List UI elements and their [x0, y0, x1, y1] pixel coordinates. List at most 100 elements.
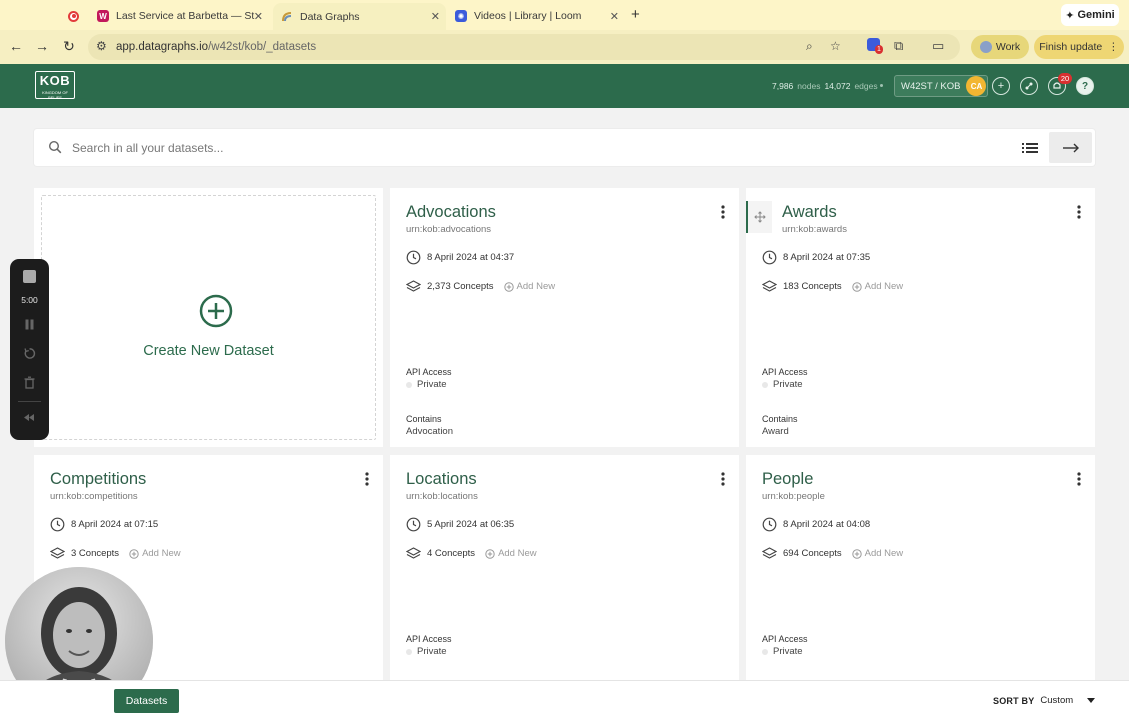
gemini-button[interactable]: ✦ Gemini: [1061, 4, 1119, 26]
add-new-concept-button[interactable]: Add New: [851, 548, 903, 559]
reload-icon[interactable]: ↻: [60, 38, 78, 55]
close-tab-icon[interactable]: ✕: [431, 10, 440, 23]
dataset-concepts-row: 183 Concepts Add New: [762, 279, 903, 294]
search-icon: [48, 140, 62, 154]
more-options-icon[interactable]: [721, 205, 725, 219]
more-options-icon[interactable]: [721, 472, 725, 486]
graph-stats: 7,986 nodes 14,072 edges: [772, 81, 878, 91]
recording-timer: 5:00: [21, 295, 38, 305]
dataset-updated-row: 8 April 2024 at 04:37: [406, 250, 514, 265]
dataset-urn: urn:kob:competitions: [50, 491, 138, 502]
api-access-value: Private: [762, 379, 803, 390]
search-submit-button[interactable]: [1049, 132, 1092, 163]
zoom-icon[interactable]: ⌕: [806, 39, 813, 54]
dataset-urn: urn:kob:people: [762, 491, 825, 502]
dataset-updated-row: 5 April 2024 at 06:35: [406, 517, 514, 532]
new-tab-button[interactable]: +: [631, 6, 640, 23]
bookmark-star-icon[interactable]: ☆: [830, 39, 841, 53]
sort-by-value: Custom: [1040, 695, 1074, 706]
privacy-dot-icon: [406, 381, 412, 388]
plus-circle-small-icon: [503, 281, 514, 292]
forward-arrow-icon[interactable]: →: [33, 38, 51, 54]
dataset-search-bar: [34, 129, 1095, 166]
trash-icon[interactable]: [23, 376, 36, 389]
dataset-card-locations[interactable]: Locations urn:kob:locations 5 April 2024…: [390, 455, 739, 680]
dataset-urn: urn:kob:locations: [406, 491, 478, 502]
search-input[interactable]: [72, 137, 972, 159]
layers-icon: [406, 280, 421, 292]
add-new-concept-button[interactable]: Add New: [129, 548, 181, 559]
sort-by-control[interactable]: SORT BY Custom: [993, 695, 1096, 706]
dataset-concepts-row: 3 Concepts Add New: [50, 546, 181, 561]
sparkle-icon: ✦: [1065, 9, 1075, 22]
api-access-value: Private: [762, 646, 803, 657]
datasets-nav-button[interactable]: Datasets: [114, 689, 179, 713]
notifications-badge: 20: [1058, 73, 1072, 84]
graph-explore-icon[interactable]: [1020, 77, 1038, 95]
browser-tab-loom[interactable]: ✺ Videos | Library | Loom ✕: [455, 5, 625, 27]
add-new-concept-button[interactable]: Add New: [851, 281, 903, 292]
privacy-dot-icon: [406, 648, 412, 655]
contains-value: Award: [762, 426, 789, 437]
dataset-card-people[interactable]: People urn:kob:people 8 April 2024 at 04…: [746, 455, 1095, 680]
extension-icon[interactable]: 1: [867, 38, 883, 54]
more-options-icon[interactable]: [365, 472, 369, 486]
stop-recording-button[interactable]: [23, 270, 36, 283]
browser-tab-recording[interactable]: [68, 5, 86, 27]
user-avatar[interactable]: CA: [966, 76, 987, 96]
address-bar[interactable]: ⚙ app.datagraphs.io/w42st/kob/_datasets …: [88, 34, 960, 60]
sort-by-label: SORT BY: [993, 695, 1035, 706]
api-access-value: Private: [406, 379, 447, 390]
work-profile-button[interactable]: Work: [971, 35, 1029, 59]
browser-toolbar: ← → ↻ ⚙ app.datagraphs.io/w42st/kob/_dat…: [0, 30, 1129, 64]
pause-icon[interactable]: [23, 318, 36, 331]
create-dataset-card[interactable]: Create New Dataset: [34, 188, 383, 447]
recorder-divider: [18, 401, 41, 402]
help-chat-icon[interactable]: ?: [1076, 77, 1094, 95]
dataset-title[interactable]: Advocations: [406, 203, 496, 222]
drag-handle[interactable]: [746, 201, 772, 233]
caret-down-icon: [1087, 698, 1096, 703]
dataset-title[interactable]: Awards: [782, 203, 837, 222]
dataset-card-advocations[interactable]: Advocations urn:kob:advocations 8 April …: [390, 188, 739, 447]
dataset-title[interactable]: People: [762, 470, 813, 489]
clock-icon: [50, 517, 65, 532]
restart-icon[interactable]: [23, 347, 36, 360]
list-view-icon[interactable]: [1019, 140, 1041, 156]
more-options-icon[interactable]: [1077, 205, 1081, 219]
add-circle-icon[interactable]: +: [992, 77, 1010, 95]
workspace-switcher[interactable]: W42ST / KOB CA: [894, 75, 989, 97]
workspace-name: W42ST / KOB: [901, 80, 961, 92]
cast-screen-icon[interactable]: ▭: [932, 38, 944, 54]
create-dataset-dropzone[interactable]: Create New Dataset: [41, 195, 376, 440]
close-tab-icon[interactable]: ✕: [254, 10, 263, 23]
collapse-icon[interactable]: [23, 411, 36, 424]
add-new-concept-button[interactable]: Add New: [485, 548, 537, 559]
dataset-card-awards[interactable]: Awards urn:kob:awards 8 April 2024 at 07…: [746, 188, 1095, 447]
close-tab-icon[interactable]: ✕: [610, 10, 619, 23]
more-options-icon[interactable]: [1077, 472, 1081, 486]
add-new-concept-button[interactable]: Add New: [503, 281, 555, 292]
plus-circle-small-icon: [851, 281, 862, 292]
site-settings-icon[interactable]: ⚙: [96, 39, 107, 53]
contains-value: Advocation: [406, 426, 454, 437]
contains-label: Contains: [406, 414, 442, 424]
finish-update-button[interactable]: Finish update ⋮: [1034, 35, 1124, 59]
dataset-urn: urn:kob:awards: [782, 224, 847, 235]
profile-avatar-icon: [979, 41, 992, 53]
dataset-date: 8 April 2024 at 04:37: [427, 252, 515, 263]
kob-logo[interactable]: KOB KINGDOM OF BELIEF: [35, 71, 75, 100]
back-arrow-icon[interactable]: ←: [7, 38, 25, 54]
dataset-concepts-row: 4 Concepts Add New: [406, 546, 537, 561]
browser-tab-strip: W Last Service at Barbetta — St ✕ Data G…: [0, 0, 1129, 30]
edges-label: edges: [854, 81, 878, 91]
dataset-date: 8 April 2024 at 07:15: [71, 519, 159, 530]
dataset-updated-row: 8 April 2024 at 04:08: [762, 517, 870, 532]
dataset-title[interactable]: Locations: [406, 470, 477, 489]
puzzle-extensions-icon[interactable]: ⧉: [894, 38, 903, 54]
loom-recorder-controls: 5:00: [10, 259, 49, 440]
browser-tab-data-graphs[interactable]: Data Graphs ✕: [273, 3, 446, 30]
dataset-title[interactable]: Competitions: [50, 470, 146, 489]
browser-tab-barbetta[interactable]: W Last Service at Barbetta — St ✕: [97, 5, 269, 27]
move-icon: [754, 211, 766, 223]
